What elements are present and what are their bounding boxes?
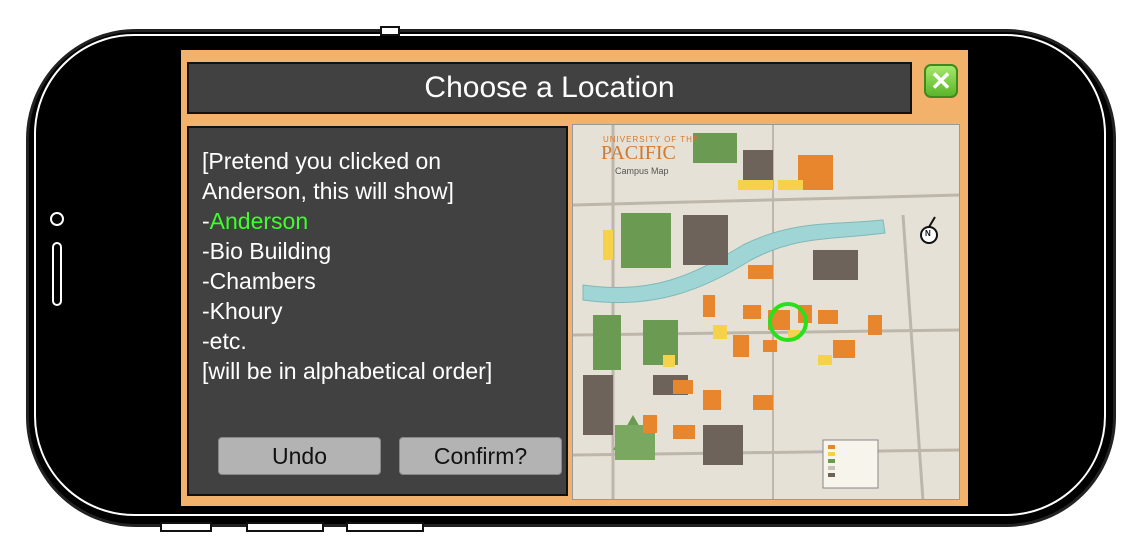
undo-button[interactable]: Undo [218, 437, 381, 475]
speaker-slot [52, 242, 62, 306]
volume-button [246, 522, 324, 532]
map-brand-name: PACIFIC [601, 142, 676, 164]
compass-icon: N [925, 229, 931, 238]
close-icon[interactable]: ✕ [924, 64, 958, 98]
location-list-panel: [Pretend you clicked on Anderson, this w… [187, 126, 568, 496]
location-list: [Pretend you clicked on Anderson, this w… [202, 146, 562, 386]
dialog-title: Choose a Location [187, 62, 912, 114]
map-brand-sub: Campus Map [615, 166, 669, 176]
list-item[interactable]: -Khoury [202, 296, 562, 326]
note-line: [Pretend you clicked on [202, 148, 442, 174]
selected-location: Anderson [209, 208, 309, 234]
list-item[interactable]: -Bio Building [202, 236, 562, 266]
campus-map-image[interactable] [573, 125, 960, 500]
app-screen: Choose a Location ✕ [Pretend you clicked… [181, 50, 968, 506]
campus-map[interactable]: UNIVERSITY OF THE PACIFIC Campus Map N [572, 124, 960, 500]
power-button [346, 522, 424, 532]
list-item: -etc. [202, 328, 247, 354]
note-line: Anderson, this will show] [202, 178, 454, 204]
volume-button [160, 522, 212, 532]
confirm-button[interactable]: Confirm? [399, 437, 562, 475]
camera-dot [50, 212, 64, 226]
list-prefix: - [202, 208, 210, 234]
mute-button [380, 26, 400, 36]
list-item[interactable]: -Chambers [202, 266, 562, 296]
footer-note: [will be in alphabetical order] [202, 358, 493, 384]
list-item-selected[interactable]: -Anderson [202, 206, 562, 236]
